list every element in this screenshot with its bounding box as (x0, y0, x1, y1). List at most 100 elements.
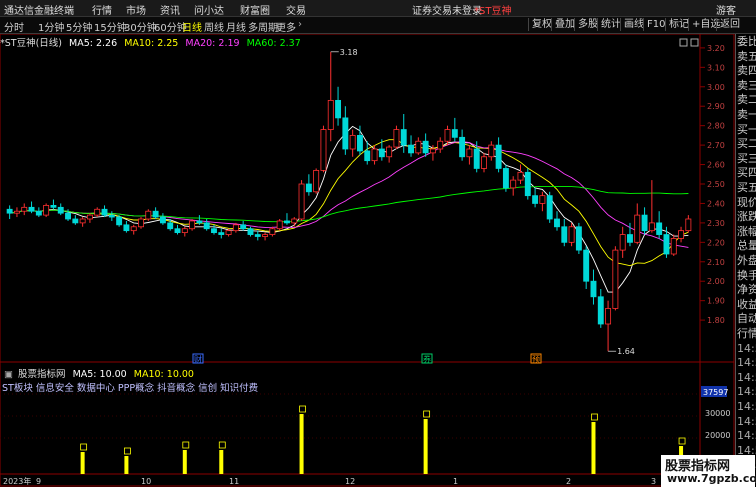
menu-item-ask[interactable]: 问小达 (194, 2, 224, 17)
period-tab-more[interactable]: 更多 (276, 19, 296, 34)
event-marker-forecast-label: 预 (532, 354, 540, 364)
candle-body (6, 208, 13, 214)
watermark: 股票指标网 www.7gpzb.com (661, 455, 756, 487)
price-tick-label: 2.10 (707, 258, 725, 267)
side-panel-item: 卖三 (737, 78, 756, 92)
period-tab-intraday[interactable]: 分时 (4, 19, 24, 34)
candles (6, 51, 692, 352)
candle-body (50, 204, 57, 208)
candle-body (327, 99, 334, 130)
side-panel-item: 现价 (737, 195, 756, 209)
volume-tick-max: 37597 (703, 388, 728, 397)
button-adjust[interactable]: 复权 (528, 18, 552, 31)
side-panel-item: 涨幅 (737, 224, 756, 238)
candle-body (524, 171, 531, 197)
period-toolbar: 分时 1分钟 5分钟 15分钟 30分钟 60分钟 日线 周线 月线 多周期 更… (0, 17, 756, 34)
button-stats[interactable]: 统计 (597, 18, 621, 31)
volume-bar-marker (182, 441, 190, 449)
candle-body (57, 206, 64, 214)
volume-bar-marker (218, 441, 226, 449)
candle-body (174, 228, 181, 234)
candle-body (444, 129, 451, 142)
more-chevron-icon[interactable]: › (298, 19, 302, 30)
menu-item-market[interactable]: 市场 (126, 2, 146, 17)
trade-login-alert[interactable]: 证券交易未登录 (412, 2, 482, 17)
candle-body (539, 195, 546, 204)
candle-body (28, 206, 35, 212)
period-tab-30min[interactable]: 30分钟 (124, 19, 157, 34)
volume-bar-marker (299, 405, 306, 413)
period-tab-monthly[interactable]: 月线 (226, 19, 246, 34)
price-tick-label: 2.30 (707, 219, 725, 228)
quote-side-panel: 委比 卖五 卖四 卖三 卖二 卖一 买一 买二 买三 买四 买五 现价 涨跌 涨幅 总量 外盘 换手 净资 收益 自动… (735, 34, 756, 487)
candle-body (313, 169, 320, 193)
menu-item-market-quotes[interactable]: 行情 (92, 2, 112, 17)
volume-bar (299, 414, 304, 474)
button-draw[interactable]: 画线 (620, 18, 644, 31)
candle-body (612, 249, 619, 309)
side-panel-item: 买一 (737, 122, 756, 136)
period-tab-weekly[interactable]: 周线 (204, 19, 224, 34)
side-panel-item: 14:5 (737, 414, 756, 428)
menu-item-trade[interactable]: 交易 (286, 2, 306, 17)
period-tab-multi[interactable]: 多周期 (248, 19, 278, 34)
candle-body (466, 148, 473, 158)
menu-item-wealth[interactable]: 财富圈 (240, 2, 270, 17)
candle-body (459, 136, 466, 158)
period-tab-5min[interactable]: 5分钟 (66, 19, 92, 34)
candle-body (349, 134, 356, 150)
period-tab-daily[interactable]: 日线 (182, 19, 202, 34)
menu-item-news[interactable]: 资讯 (160, 2, 180, 17)
candle-body (138, 218, 144, 228)
candle-body (481, 156, 487, 169)
side-panel-item: 14:5 (737, 370, 756, 384)
date-label-jan: 1 (453, 477, 458, 486)
button-overlay[interactable]: 叠加 (551, 18, 575, 31)
chart-settings-icon[interactable] (679, 38, 699, 47)
price-tick-label: 2.90 (707, 102, 725, 111)
candle-body (561, 226, 568, 243)
date-label-mar: 3 (651, 477, 656, 486)
chart-frame (0, 34, 735, 487)
side-panel-item: 14:5 (737, 400, 756, 413)
period-tab-15min[interactable]: 15分钟 (94, 19, 127, 34)
candle-body (145, 210, 152, 220)
side-panel-item: 买三 (737, 151, 756, 165)
price-tick-label: 3.20 (707, 44, 725, 53)
candle-body (342, 117, 349, 150)
period-tab-1min[interactable]: 1分钟 (38, 19, 64, 34)
candle-body (240, 224, 247, 230)
candle-body (86, 214, 93, 220)
side-panel-item: 买四 (737, 166, 756, 180)
candle-body (247, 228, 254, 235)
button-back[interactable]: 返回 (716, 18, 756, 31)
side-panel-item: 换手 (737, 268, 756, 282)
candle-body (298, 183, 305, 220)
candle-body (335, 99, 342, 119)
price-tick-label: 3.10 (707, 63, 725, 72)
candle-body (269, 228, 276, 235)
price-tick-label: 2.50 (707, 180, 725, 189)
button-mark[interactable]: 标记 (665, 18, 689, 31)
candle-body (364, 150, 371, 162)
button-multi-stock[interactable]: 多股 (574, 18, 598, 31)
concept-tags[interactable]: ST板块 信息安全 数据中心 PPP概念 抖音概念 信创 知识付费 (2, 380, 258, 394)
volume-title: 股票指标网 (18, 369, 66, 380)
candle-body (393, 129, 400, 148)
side-panel-item: 委比 (737, 35, 756, 48)
candle-body (94, 208, 101, 216)
candle-body (627, 234, 633, 243)
candle-body (65, 212, 71, 220)
event-marker-broker-label: 券 (423, 354, 431, 364)
candle-body (356, 134, 363, 152)
price-tick-label: 2.00 (707, 277, 725, 286)
volume-tick-30000: 30000 (705, 409, 730, 418)
kline-chart[interactable]: 3.20 3.10 3.00 2.90 2.80 2.70 2.60 2.50 2.40 2.30… (0, 34, 735, 487)
user-label[interactable]: 游客 (716, 2, 736, 17)
candle-body (101, 208, 108, 216)
button-f10[interactable]: F10 (643, 18, 665, 31)
candle-body (167, 222, 174, 230)
volume-expand-icon[interactable]: ▣ (4, 369, 13, 380)
candle-body (605, 308, 612, 325)
price-tick-label: 2.20 (707, 238, 725, 247)
